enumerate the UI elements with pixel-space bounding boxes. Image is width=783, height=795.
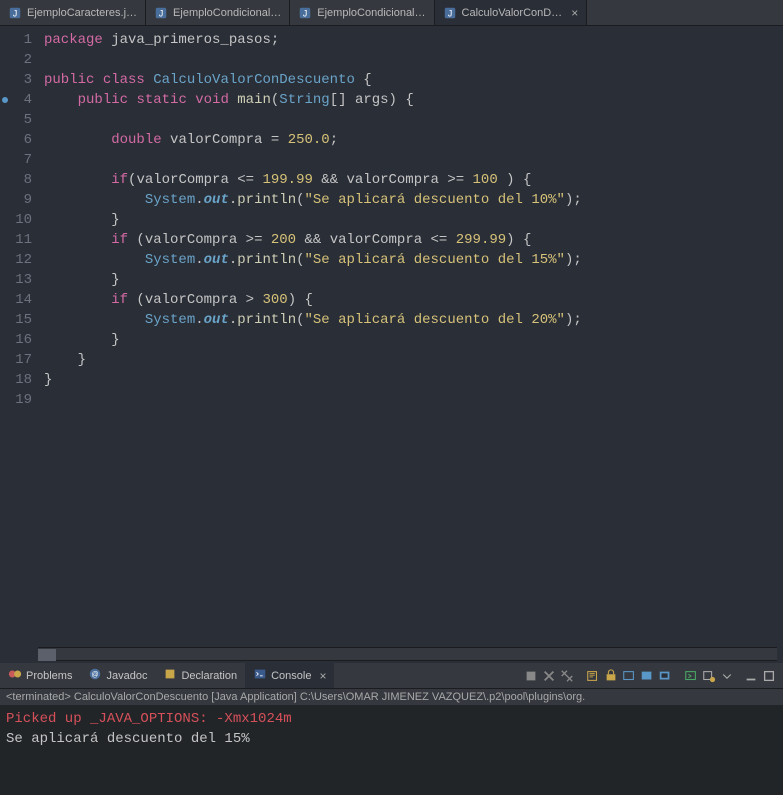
editor-tab[interactable]: J EjemploCondicional… xyxy=(290,0,434,25)
panel-tab-javadoc[interactable]: @ Javadoc xyxy=(80,663,155,688)
java-file-icon: J xyxy=(443,6,457,20)
code-line[interactable]: System.out.println("Se aplicará descuent… xyxy=(44,250,783,270)
panel-tab-label: Javadoc xyxy=(106,670,147,682)
line-number[interactable]: 13 xyxy=(4,270,32,290)
line-number[interactable]: 15 xyxy=(4,310,32,330)
code-line[interactable]: if (valorCompra > 300) { xyxy=(44,290,783,310)
panel-tab-label: Declaration xyxy=(181,670,237,682)
code-line[interactable]: double valorCompra = 250.0; xyxy=(44,130,783,150)
code-line[interactable]: public class CalculoValorConDescuento { xyxy=(44,70,783,90)
console-line: Picked up _JAVA_OPTIONS: -Xmx1024m xyxy=(6,709,777,729)
code-line[interactable]: package java_primeros_pasos; xyxy=(44,30,783,50)
console-output[interactable]: Picked up _JAVA_OPTIONS: -Xmx1024mSe apl… xyxy=(0,705,783,795)
code-line[interactable] xyxy=(44,50,783,70)
code-content[interactable]: package java_primeros_pasos;public class… xyxy=(40,26,783,647)
svg-text:J: J xyxy=(13,8,17,18)
code-line[interactable]: } xyxy=(44,350,783,370)
line-number[interactable]: 9 xyxy=(4,190,32,210)
code-line[interactable]: } xyxy=(44,370,783,390)
code-line[interactable]: System.out.println("Se aplicará descuent… xyxy=(44,310,783,330)
console-status: <terminated> CalculoValorConDescuento [J… xyxy=(0,689,783,705)
line-number[interactable]: 11 xyxy=(4,230,32,250)
java-file-icon: J xyxy=(8,6,22,20)
show-console-icon[interactable] xyxy=(657,668,673,684)
console-icon xyxy=(253,667,267,684)
code-area[interactable]: 12345678910111213141516171819 package ja… xyxy=(0,26,783,647)
horizontal-scrollbar[interactable] xyxy=(38,647,777,661)
close-icon[interactable]: × xyxy=(571,6,578,20)
editor-tab[interactable]: J CalculoValorConD… × xyxy=(435,0,588,25)
editor: 12345678910111213141516171819 package ja… xyxy=(0,26,783,663)
terminate-icon[interactable] xyxy=(523,668,539,684)
console-tabs: Problems @ Javadoc Declaration Console × xyxy=(0,663,783,689)
remove-icon[interactable] xyxy=(541,668,557,684)
line-number[interactable]: 5 xyxy=(4,110,32,130)
line-number[interactable]: 10 xyxy=(4,210,32,230)
line-number[interactable]: 14 xyxy=(4,290,32,310)
svg-text:@: @ xyxy=(92,672,99,679)
line-number[interactable]: 17 xyxy=(4,350,32,370)
line-number[interactable]: 12 xyxy=(4,250,32,270)
code-line[interactable] xyxy=(44,110,783,130)
code-line[interactable]: } xyxy=(44,210,783,230)
remove-all-icon[interactable] xyxy=(559,668,575,684)
code-line[interactable]: public static void main(String[] args) { xyxy=(44,90,783,110)
problems-icon xyxy=(8,667,22,684)
line-number[interactable]: 4 xyxy=(4,90,32,110)
code-line[interactable] xyxy=(44,150,783,170)
dropdown-icon[interactable] xyxy=(719,668,735,684)
tab-label: EjemploCaracteres.j… xyxy=(27,7,137,19)
open-console-icon[interactable] xyxy=(683,668,699,684)
line-number[interactable]: 1 xyxy=(4,30,32,50)
editor-tab[interactable]: J EjemploCondicional… xyxy=(146,0,290,25)
panel-tab-label: Console xyxy=(271,670,311,682)
panel-tab-problems[interactable]: Problems xyxy=(0,663,80,688)
scroll-lock-icon[interactable] xyxy=(603,668,619,684)
editor-tab[interactable]: J EjemploCaracteres.j… xyxy=(0,0,146,25)
code-line[interactable] xyxy=(44,390,783,410)
java-file-icon: J xyxy=(298,6,312,20)
panel-tab-label: Problems xyxy=(26,670,72,682)
line-number[interactable]: 16 xyxy=(4,330,32,350)
line-number[interactable]: 19 xyxy=(4,390,32,410)
code-line[interactable]: if(valorCompra <= 199.99 && valorCompra … xyxy=(44,170,783,190)
java-file-icon: J xyxy=(154,6,168,20)
line-gutter: 12345678910111213141516171819 xyxy=(0,26,40,647)
code-line[interactable]: } xyxy=(44,270,783,290)
line-number[interactable]: 2 xyxy=(4,50,32,70)
svg-text:J: J xyxy=(303,8,307,18)
display-selected-icon[interactable] xyxy=(639,668,655,684)
svg-text:J: J xyxy=(159,8,163,18)
console-toolbar xyxy=(523,668,783,684)
line-number[interactable]: 8 xyxy=(4,170,32,190)
code-line[interactable]: System.out.println("Se aplicará descuent… xyxy=(44,190,783,210)
scrollbar-thumb[interactable] xyxy=(38,649,56,661)
svg-text:J: J xyxy=(447,8,451,18)
tab-label: CalculoValorConD… xyxy=(462,7,563,19)
panel-tab-console[interactable]: Console × xyxy=(245,663,334,688)
decl-icon xyxy=(163,667,177,684)
new-console-icon[interactable] xyxy=(701,668,717,684)
code-line[interactable]: if (valorCompra >= 200 && valorCompra <=… xyxy=(44,230,783,250)
doc-icon: @ xyxy=(88,667,102,684)
panel-tab-declaration[interactable]: Declaration xyxy=(155,663,245,688)
line-number[interactable]: 6 xyxy=(4,130,32,150)
line-number[interactable]: 7 xyxy=(4,150,32,170)
minimize-icon[interactable] xyxy=(743,668,759,684)
maximize-icon[interactable] xyxy=(761,668,777,684)
close-icon[interactable]: × xyxy=(319,669,326,683)
pin-console-icon[interactable] xyxy=(621,668,637,684)
tab-label: EjemploCondicional… xyxy=(173,7,281,19)
tab-label: EjemploCondicional… xyxy=(317,7,425,19)
code-line[interactable]: } xyxy=(44,330,783,350)
line-number[interactable]: 18 xyxy=(4,370,32,390)
console-line: Se aplicará descuento del 15% xyxy=(6,729,777,749)
editor-tabs: J EjemploCaracteres.j… J EjemploCondicional… xyxy=(0,0,783,26)
clear-console-icon[interactable] xyxy=(585,668,601,684)
line-number[interactable]: 3 xyxy=(4,70,32,90)
